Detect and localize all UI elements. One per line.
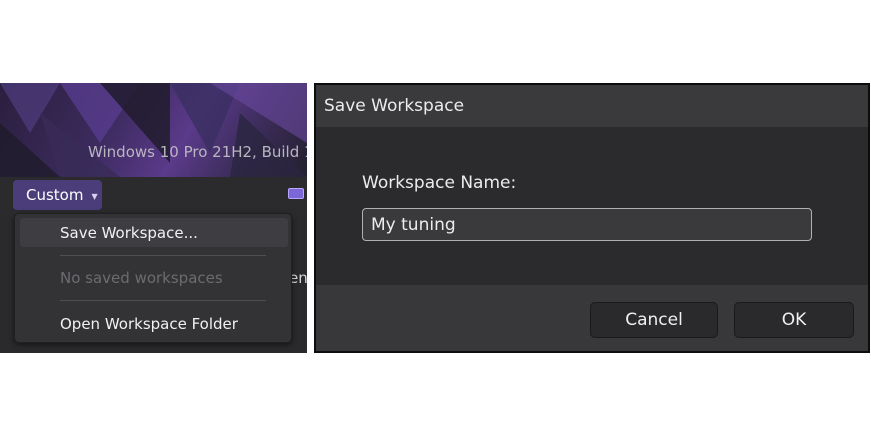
- toggle-switch[interactable]: [288, 188, 304, 199]
- ok-button[interactable]: OK: [734, 302, 854, 338]
- banner-artwork: [0, 83, 307, 177]
- dialog-title: Save Workspace: [324, 96, 465, 116]
- cancel-button[interactable]: Cancel: [590, 302, 718, 338]
- workspace-name-label: Workspace Name:: [362, 173, 517, 193]
- toolbar: Custom ▼: [0, 177, 307, 217]
- workspace-name-input[interactable]: [362, 208, 812, 241]
- save-workspace-dialog: Save Workspace Workspace Name: Cancel OK: [314, 83, 870, 353]
- dialog-footer: Cancel OK: [316, 285, 868, 351]
- app-panel: Windows 10 Pro 21H2, Build 1 Custom ▼ en…: [0, 83, 307, 353]
- menu-item-label: Open Workspace Folder: [60, 314, 238, 333]
- workspace-menu: Save Workspace... No saved workspaces Op…: [14, 213, 292, 343]
- dialog-body: Workspace Name:: [316, 127, 868, 285]
- profile-dropdown-label: Custom: [26, 186, 84, 204]
- menu-item-save-workspace[interactable]: Save Workspace...: [20, 218, 288, 247]
- menu-item-label: No saved workspaces: [60, 268, 223, 287]
- chevron-down-icon: ▼: [91, 192, 98, 201]
- dialog-titlebar[interactable]: Save Workspace: [316, 85, 868, 127]
- menu-item-open-workspace-folder[interactable]: Open Workspace Folder: [20, 309, 288, 338]
- menu-separator: [60, 300, 266, 301]
- menu-item-no-saved-workspaces: No saved workspaces: [20, 263, 288, 292]
- header-banner: Windows 10 Pro 21H2, Build 1: [0, 83, 307, 177]
- profile-dropdown[interactable]: Custom ▼: [13, 180, 102, 210]
- os-version-text: Windows 10 Pro 21H2, Build 1: [88, 143, 307, 161]
- menu-separator: [60, 255, 266, 256]
- menu-item-label: Save Workspace...: [60, 223, 198, 242]
